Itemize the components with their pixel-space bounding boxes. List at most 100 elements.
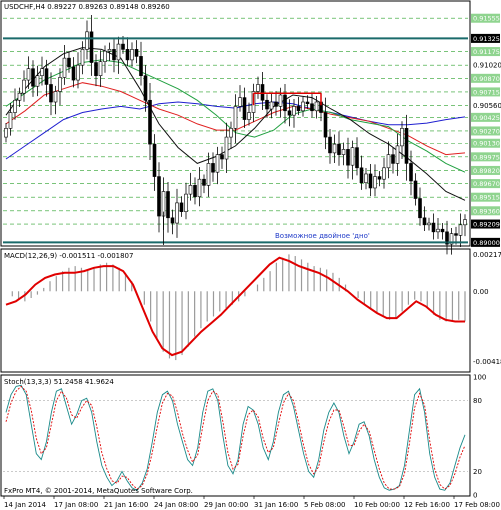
bull-candle-body — [130, 49, 134, 61]
bull-candle-body — [4, 128, 8, 138]
double-bottom-annotation: Возможное двойное 'дно' — [275, 232, 370, 240]
bear-candle-body — [323, 112, 328, 138]
time-tick-label: 5 Feb 08:00 — [304, 501, 345, 509]
price-axis: 0.91555 0.91325 0.91175 0.91020 0.90870 0.907… — [471, 13, 501, 247]
bear-candle-body — [170, 217, 175, 224]
bear-candle-body — [440, 228, 445, 233]
macd-tick-label: 0.00 — [473, 288, 489, 296]
price-tick-label: 0.91555 — [473, 15, 500, 23]
bear-candle-body — [49, 84, 53, 103]
bear-candle-body — [274, 101, 278, 107]
time-tick-label: 17 Jan 08:00 — [54, 501, 98, 509]
price-pane-title: USDCHF,H4 0.89227 0.89263 0.89148 0.8926… — [4, 3, 170, 11]
bull-candle-body — [314, 101, 319, 112]
price-tick-label: 0.90270 — [473, 127, 500, 135]
copyright-footer: FxPro MT4, © 2001-2014, MetaQuotes Softw… — [4, 487, 193, 495]
time-tick-label: 21 Jan 16:00 — [104, 501, 148, 509]
time-tick-label: 29 Jan 00:00 — [204, 501, 248, 509]
bull-candle-body — [26, 68, 31, 81]
bull-candle-body — [22, 79, 26, 94]
bear-candle-body — [67, 57, 71, 68]
bull-candle-body — [458, 224, 463, 236]
bull-candle-body — [58, 77, 62, 92]
price-tick-label: 0.89209 — [473, 221, 500, 229]
bull-candle-body — [373, 176, 377, 189]
bear-candle-body — [368, 173, 373, 189]
bull-candle-body — [8, 112, 13, 129]
bull-candle-body — [98, 61, 103, 76]
bear-candle-body — [409, 163, 413, 182]
bull-candle-body — [229, 128, 233, 138]
bull-candle-body — [206, 163, 211, 186]
bull-candle-body — [292, 106, 296, 116]
bear-candle-body — [265, 99, 269, 110]
bear-candle-body — [112, 49, 116, 61]
bull-candle-body — [35, 75, 40, 87]
bear-candle-body — [71, 66, 76, 81]
time-tick-label: 24 Jan 08:00 — [154, 501, 198, 509]
bear-candle-body — [296, 106, 301, 112]
time-tick-label: 31 Jan 16:00 — [254, 501, 298, 509]
bear-candle-body — [418, 198, 422, 219]
stoch-tick-label: 20 — [473, 468, 482, 476]
bear-candle-body — [305, 101, 310, 105]
time-tick-label: 10 Feb 00:00 — [354, 501, 400, 509]
price-tick-label: 0.89975 — [473, 153, 500, 161]
chart-window: 0.91555 0.91325 0.91175 0.91020 0.90870 0.907… — [0, 0, 501, 510]
chart-svg: 0.91555 0.91325 0.91175 0.91020 0.90870 0.907… — [0, 0, 501, 510]
bear-candle-body — [422, 217, 427, 226]
macd-tick-label: 0.002177 — [473, 251, 501, 259]
bear-candle-body — [148, 99, 152, 145]
bull-candle-body — [238, 97, 242, 107]
bear-candle-body — [31, 68, 35, 87]
macd-tick-label: -0.004188 — [473, 358, 501, 366]
bear-candle-body — [179, 202, 184, 212]
bull-candle-body — [215, 154, 220, 173]
bear-candle-body — [157, 176, 161, 217]
price-tick-label: 0.91020 — [473, 62, 501, 70]
bull-candle-body — [382, 167, 386, 180]
time-tick-label: 14 Jan 2014 — [4, 501, 47, 509]
bull-candle-body — [62, 57, 67, 78]
stoch-tick-label: 0 — [473, 492, 477, 500]
bear-candle-body — [220, 154, 224, 160]
bear-candle-body — [355, 147, 359, 169]
bull-candle-body — [80, 49, 85, 66]
bear-candle-body — [89, 31, 94, 63]
bear-candle-body — [139, 56, 143, 76]
bear-candle-body — [44, 68, 49, 85]
bull-candle-body — [427, 222, 431, 226]
price-tick-label: 0.90715 — [473, 88, 500, 96]
bear-candle-body — [193, 185, 197, 198]
bear-candle-body — [121, 43, 125, 50]
bull-candle-body — [85, 31, 89, 50]
price-tick-label: 0.90560 — [473, 102, 501, 110]
bull-candle-body — [175, 202, 179, 224]
price-tick-label: 0.89000 — [473, 239, 500, 247]
bull-candle-body — [386, 154, 391, 169]
price-tick-label: 0.91175 — [473, 48, 500, 56]
price-tick-label: 0.89820 — [473, 167, 500, 175]
bear-candle-body — [404, 128, 409, 164]
bear-candle-body — [454, 233, 458, 236]
bear-candle-body — [431, 222, 436, 233]
bull-candle-body — [247, 112, 251, 120]
stoch-pane-title: Stoch(13,3,3) 51.2458 41.9624 — [4, 378, 114, 386]
bull-candle-body — [188, 185, 193, 195]
bear-candle-body — [211, 163, 215, 173]
bear-candle-body — [125, 49, 130, 61]
bull-candle-body — [278, 94, 283, 107]
bull-candle-body — [107, 49, 112, 52]
time-tick-label: 12 Feb 16:00 — [404, 501, 450, 509]
stoch-tick-label: 100 — [473, 374, 486, 382]
bull-candle-body — [301, 101, 305, 112]
bull-candle-body — [13, 99, 17, 113]
bull-candle-body — [400, 128, 404, 147]
bull-candle-body — [233, 106, 238, 129]
bear-candle-body — [337, 143, 341, 155]
bear-candle-body — [391, 154, 395, 164]
bull-candle-body — [17, 92, 22, 101]
price-tick-label: 0.90130 — [473, 140, 500, 148]
bear-candle-body — [260, 84, 265, 101]
stoch-tick-label: 80 — [473, 397, 482, 405]
